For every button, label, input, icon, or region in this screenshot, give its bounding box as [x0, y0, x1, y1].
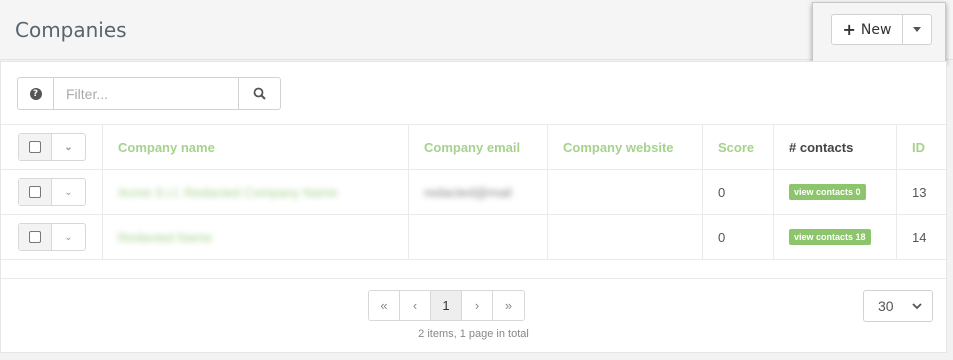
per-page-select[interactable]: 30	[863, 290, 933, 322]
select-all-control: ⌄	[18, 133, 86, 161]
first-page-button[interactable]: «	[369, 291, 400, 320]
pagination-info: 2 items, 1 page in total	[418, 328, 529, 340]
pagination: « ‹ 1 › »	[368, 290, 525, 321]
view-contacts-button[interactable]: view contacts 0	[789, 184, 866, 200]
filter-input[interactable]	[54, 77, 239, 110]
company-website-cell	[547, 215, 702, 259]
checkbox-icon	[29, 141, 41, 153]
row-select-cell: ⌄	[1, 170, 102, 214]
company-name-link[interactable]: Redacted Name	[118, 230, 212, 245]
caret-down-icon	[913, 27, 921, 32]
table-header-row: ⌄ Company name Company email Company web…	[1, 124, 946, 170]
row-select-control: ⌄	[18, 223, 86, 251]
row-select-cell: ⌄	[1, 215, 102, 259]
score-cell: 0	[702, 215, 773, 259]
row-checkbox[interactable]	[19, 179, 52, 205]
column-header-contacts: # contacts	[773, 125, 896, 169]
row-actions-dropdown[interactable]: ⌄	[52, 224, 85, 250]
contacts-cell: view contacts 18	[773, 215, 896, 259]
column-header-company-website[interactable]: Company website	[547, 125, 702, 169]
view-contacts-button[interactable]: view contacts 18	[789, 229, 871, 245]
plus-icon: +	[842, 19, 856, 39]
search-icon	[253, 87, 266, 100]
column-header-id[interactable]: ID	[896, 125, 946, 169]
table-row: ⌄ Acme S.r.l. Redacted Company Name reda…	[1, 170, 946, 215]
select-all-cell: ⌄	[1, 125, 102, 169]
chevron-down-icon: ⌄	[64, 141, 73, 153]
last-page-button[interactable]: »	[493, 291, 524, 320]
per-page-value: 30	[878, 298, 894, 314]
chevron-down-icon: ⌄	[64, 186, 73, 198]
company-email-cell: redacted@mail	[408, 170, 547, 214]
row-actions-dropdown[interactable]: ⌄	[52, 179, 85, 205]
select-all-dropdown[interactable]: ⌄	[52, 134, 85, 160]
row-checkbox[interactable]	[19, 224, 52, 250]
new-button[interactable]: + New	[831, 14, 903, 45]
page-1-button[interactable]: 1	[431, 291, 462, 320]
checkbox-icon	[29, 186, 41, 198]
company-name-cell: Acme S.r.l. Redacted Company Name	[102, 170, 408, 214]
companies-table: ⌄ Company name Company email Company web…	[1, 124, 946, 279]
filter-bar: ?	[17, 77, 281, 110]
filter-help-button[interactable]: ?	[17, 77, 54, 110]
company-email-cell	[408, 215, 547, 259]
contacts-cell: view contacts 0	[773, 170, 896, 214]
companies-panel: ? ⌄ Company name Company email Company w…	[0, 61, 947, 353]
company-name-link[interactable]: Acme S.r.l. Redacted Company Name	[118, 185, 338, 200]
question-icon: ?	[29, 87, 42, 100]
id-cell: 14	[896, 215, 946, 259]
checkbox-icon	[29, 231, 41, 243]
table-row: ⌄ Redacted Name 0 view contacts 18 14	[1, 215, 946, 260]
page-title: Companies	[15, 18, 127, 42]
column-header-company-email[interactable]: Company email	[408, 125, 547, 169]
new-button-group: + New	[812, 2, 946, 63]
company-email: redacted@mail	[424, 184, 512, 200]
company-website-cell	[547, 170, 702, 214]
new-dropdown-toggle[interactable]	[902, 14, 932, 45]
score-cell: 0	[702, 170, 773, 214]
search-button[interactable]	[239, 77, 281, 110]
next-page-button[interactable]: ›	[462, 291, 493, 320]
row-select-control: ⌄	[18, 178, 86, 206]
chevron-down-icon: ⌄	[64, 231, 73, 243]
column-header-company-name[interactable]: Company name	[102, 125, 408, 169]
id-cell: 13	[896, 170, 946, 214]
select-all-checkbox[interactable]	[19, 134, 52, 160]
company-name-cell: Redacted Name	[102, 215, 408, 259]
page-header: Companies	[0, 0, 953, 60]
column-header-score[interactable]: Score	[702, 125, 773, 169]
prev-page-button[interactable]: ‹	[400, 291, 431, 320]
new-button-label: New	[860, 21, 892, 38]
table-footer-divider	[1, 260, 946, 279]
chevron-down-icon	[912, 302, 922, 309]
